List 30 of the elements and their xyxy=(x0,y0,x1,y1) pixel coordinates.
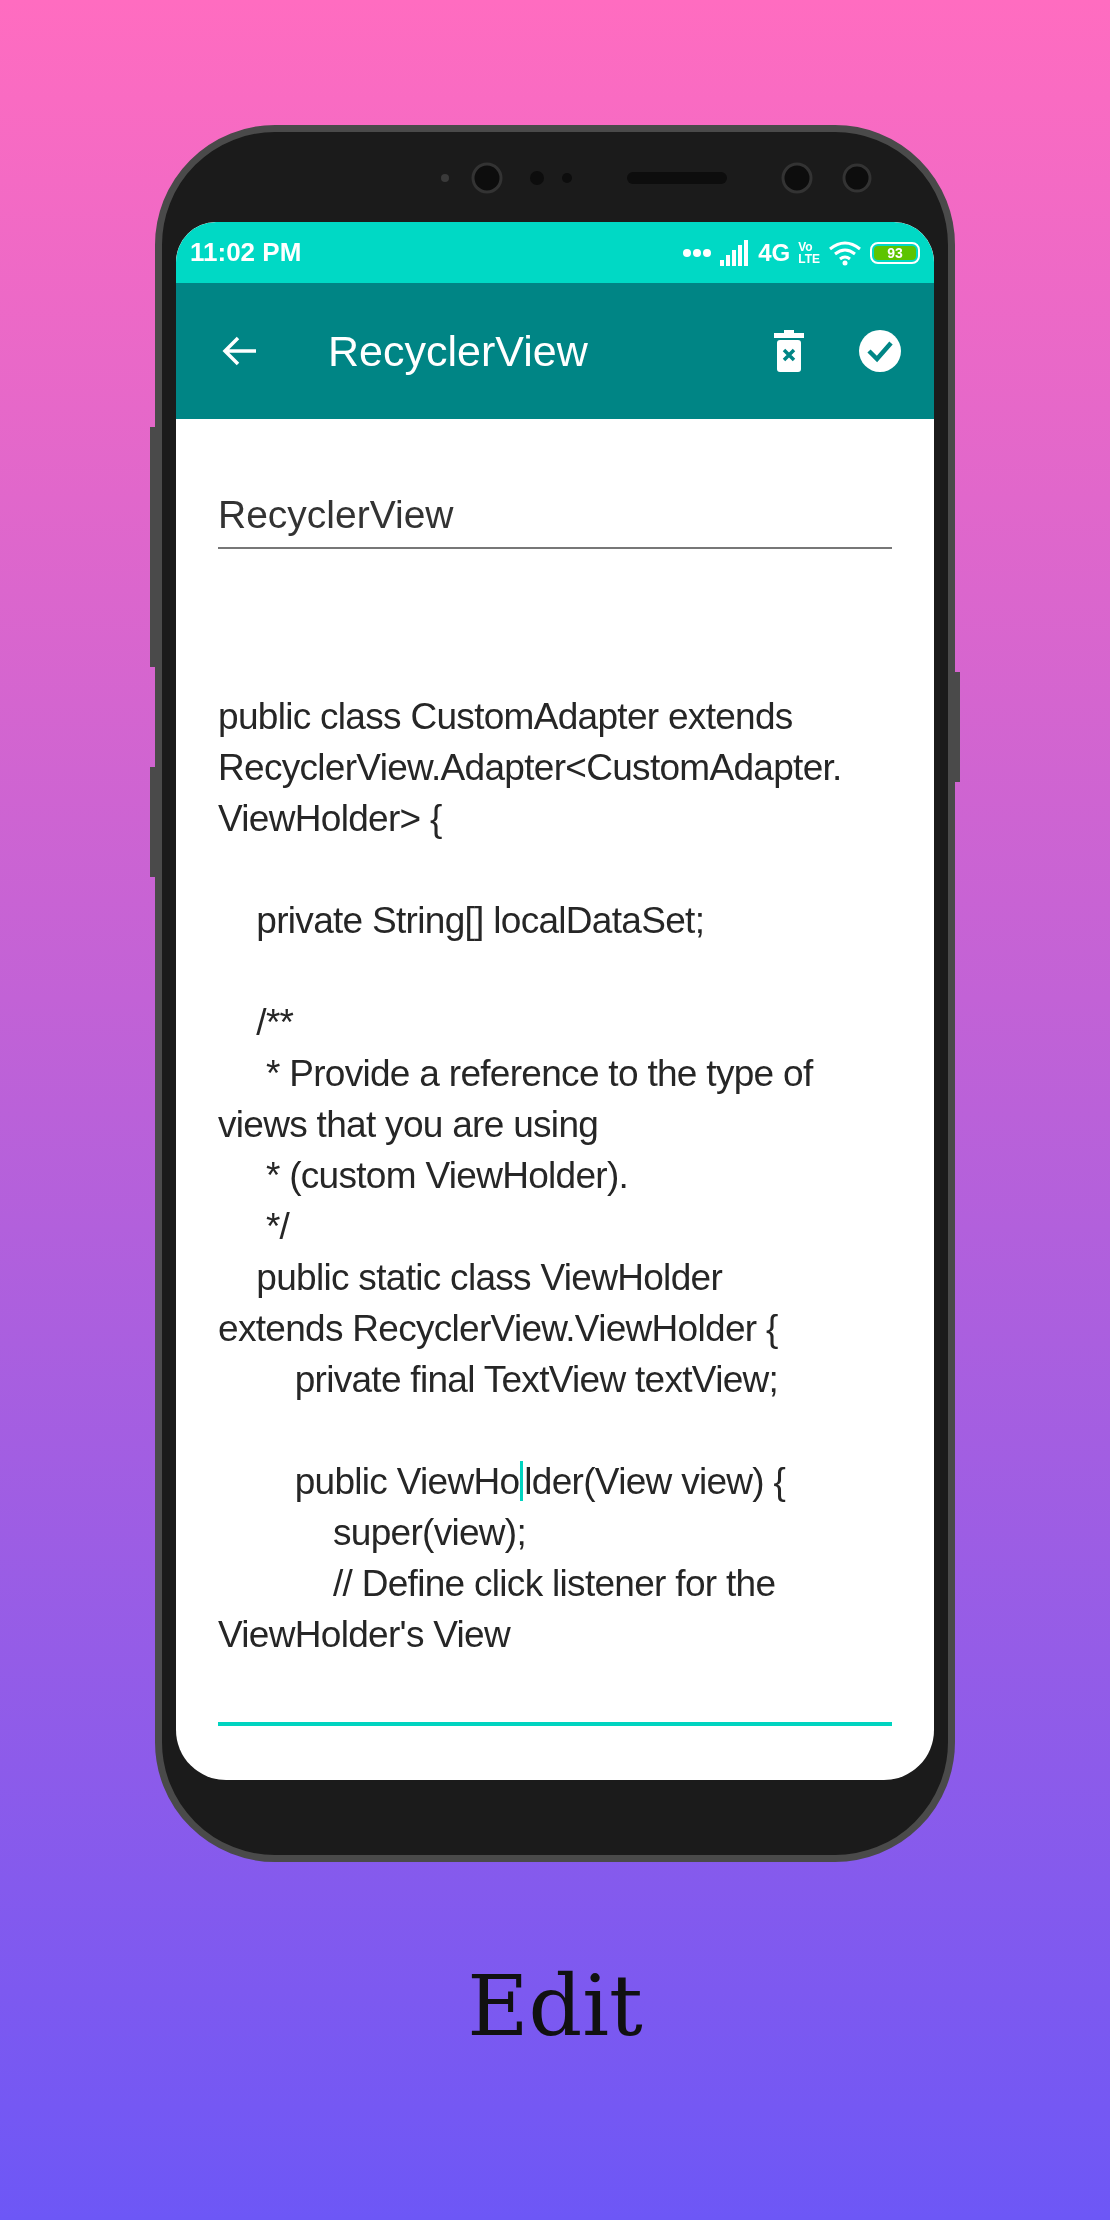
code-line: public class CustomAdapter extends xyxy=(218,695,794,739)
code-line: ViewHolder> { xyxy=(218,797,443,841)
title-field[interactable]: RecyclerView xyxy=(218,493,892,549)
network-type: 4G xyxy=(758,238,791,267)
check-circle-icon xyxy=(858,329,902,373)
dots-icon xyxy=(682,247,713,258)
code-line: */ xyxy=(264,1205,291,1249)
code-line: // Define click listener for the xyxy=(331,1562,777,1606)
code-line: public ViewHolder(View view) { xyxy=(293,1460,787,1504)
back-arrow-icon xyxy=(222,335,258,367)
caption: Edit xyxy=(466,1957,644,2055)
code-line: views that you are using xyxy=(218,1103,600,1147)
status-time: 11:02 PM xyxy=(190,237,302,268)
code-line: ViewHolder's View xyxy=(218,1613,512,1657)
code-line: * Provide a reference to the type of xyxy=(264,1052,815,1096)
wifi-icon xyxy=(828,239,862,266)
signal-icon xyxy=(720,239,751,266)
code-line: /** xyxy=(255,1001,295,1045)
code-line: * (custom ViewHolder). xyxy=(264,1154,630,1198)
code-line: private String[] localDataSet; xyxy=(255,899,706,943)
volte-label: LTE xyxy=(798,252,820,265)
code-line: extends RecyclerView.ViewHolder { xyxy=(218,1307,779,1351)
code-line: private final TextView textView; xyxy=(293,1358,780,1402)
battery-indicator: 93 xyxy=(870,241,920,264)
code-line: RecyclerView.Adapter<CustomAdapter. xyxy=(218,746,843,790)
screen-title: RecyclerView xyxy=(328,326,589,376)
code-line: super(view); xyxy=(331,1511,528,1555)
trash-icon xyxy=(774,330,804,372)
code-line: public static class ViewHolder xyxy=(255,1256,724,1300)
volte-label: Vo xyxy=(798,240,814,253)
